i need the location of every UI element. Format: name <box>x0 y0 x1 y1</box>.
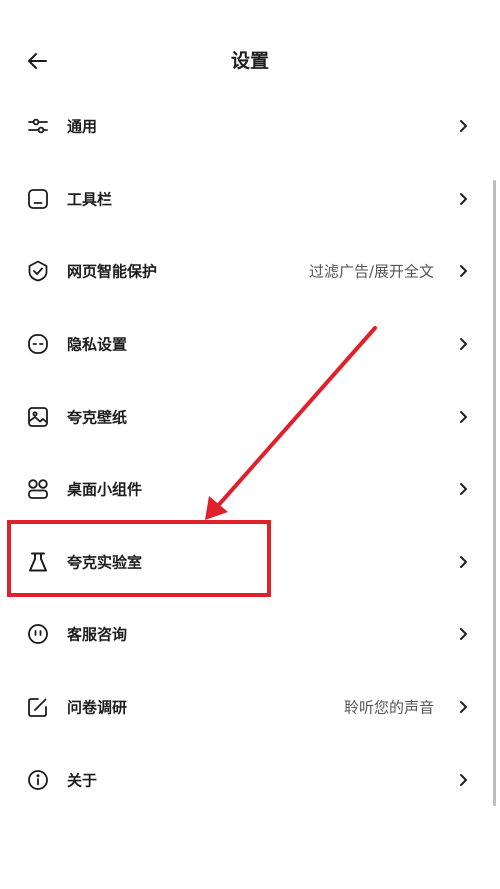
settings-item-label: 夸克实验室 <box>67 553 143 572</box>
widgets-icon <box>26 477 50 501</box>
settings-item-label: 关于 <box>67 771 98 790</box>
chevron-right-icon <box>458 482 468 496</box>
chevron-right-icon <box>458 410 468 424</box>
chevron-right-icon <box>458 555 468 569</box>
settings-item-label: 夸克壁纸 <box>67 408 128 427</box>
settings-item-survey[interactable]: 问卷调研 聆听您的声音 <box>0 671 500 744</box>
page-title: 设置 <box>230 50 269 72</box>
info-icon <box>26 768 50 792</box>
settings-item-label: 工具栏 <box>67 190 113 209</box>
settings-item-wallpaper[interactable]: 夸克壁纸 <box>0 380 500 453</box>
support-face-icon <box>26 622 50 646</box>
settings-item-privacy[interactable]: 隐私设置 <box>0 308 500 381</box>
settings-item-support[interactable]: 客服咨询 <box>0 598 500 671</box>
settings-item-about[interactable]: 关于 <box>0 743 500 816</box>
scrollbar[interactable] <box>493 180 496 806</box>
settings-item-label: 网页智能保护 <box>67 262 158 281</box>
chevron-right-icon <box>458 627 468 641</box>
wallpaper-icon <box>26 405 50 429</box>
chevron-right-icon <box>458 337 468 351</box>
settings-item-value: 过滤广告/展开全文 <box>308 262 434 281</box>
settings-item-label: 桌面小组件 <box>67 480 143 499</box>
chevron-right-icon <box>458 264 468 278</box>
chevron-right-icon <box>458 119 468 133</box>
flask-icon <box>26 550 50 574</box>
sliders-icon <box>26 114 50 138</box>
settings-item-general[interactable]: 通用 <box>0 90 500 163</box>
settings-item-label: 客服咨询 <box>67 625 128 644</box>
settings-item-label: 通用 <box>67 117 98 136</box>
chevron-right-icon <box>458 700 468 714</box>
settings-list: 通用 工具栏 网页智能保护 过滤广告/展开全文 隐私设置 夸克壁纸 桌面小组件 … <box>0 90 500 816</box>
privacy-mask-icon <box>26 332 50 356</box>
settings-item-toolbar[interactable]: 工具栏 <box>0 163 500 236</box>
settings-item-web-protection[interactable]: 网页智能保护 过滤广告/展开全文 <box>0 235 500 308</box>
chevron-right-icon <box>458 192 468 206</box>
shield-check-icon <box>26 259 50 283</box>
settings-item-value: 聆听您的声音 <box>343 698 434 717</box>
settings-item-label: 问卷调研 <box>67 698 128 717</box>
chevron-right-icon <box>458 773 468 787</box>
settings-item-label: 隐私设置 <box>67 335 128 354</box>
settings-item-widgets[interactable]: 桌面小组件 <box>0 453 500 526</box>
settings-item-lab[interactable]: 夸克实验室 <box>0 526 500 599</box>
survey-edit-icon <box>26 695 50 719</box>
toolbar-icon <box>26 187 50 211</box>
